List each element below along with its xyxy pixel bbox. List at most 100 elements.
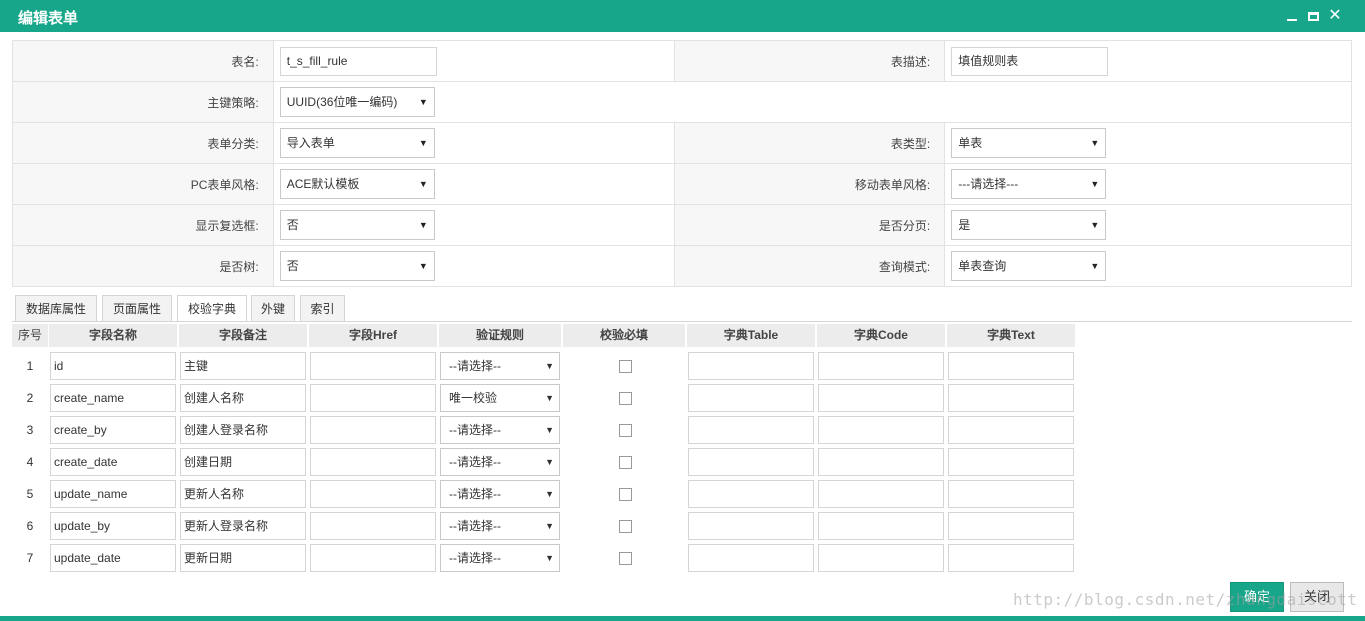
required-checkbox[interactable] [619, 424, 632, 437]
dropdown-arrow-icon: ▼ [545, 553, 554, 563]
dict-code-input[interactable] [818, 416, 944, 444]
dict-text-input[interactable] [948, 512, 1074, 540]
validation-rule-value: --请选择-- [449, 423, 501, 437]
dict-code-input[interactable] [818, 384, 944, 412]
paging-label: 是否分页: [673, 204, 946, 246]
tree-select[interactable]: 否 ▼ [279, 251, 435, 281]
table-type-select[interactable]: 单表 ▼ [951, 128, 1107, 158]
field-name-input[interactable]: id [50, 352, 176, 380]
field-remark-input[interactable]: 创建人名称 [180, 384, 306, 412]
tab-foreign-keys[interactable]: 外键 [251, 295, 295, 322]
field-remark-input[interactable]: 创建人登录名称 [180, 416, 306, 444]
dropdown-arrow-icon: ▼ [545, 489, 554, 499]
dropdown-arrow-icon: ▼ [545, 425, 554, 435]
dropdown-arrow-icon: ▼ [545, 457, 554, 467]
required-checkbox[interactable] [619, 520, 632, 533]
dict-table-input[interactable] [688, 416, 814, 444]
show-checkbox-select[interactable]: 否 ▼ [279, 210, 435, 240]
form-table: 表名: t_s_fill_rule 表描述: 填值规则表 主键策略: UUID(… [12, 40, 1353, 287]
dict-text-input[interactable] [948, 480, 1074, 508]
field-remark-input[interactable]: 创建日期 [180, 448, 306, 476]
show-checkbox-label: 显示复选框: [12, 204, 274, 246]
col-header-validation-rule: 验证规则 [439, 324, 561, 347]
field-grid: 序号 字段名称 字段备注 字段Href 验证规则 校验必填 字典Table 字典… [12, 324, 1352, 576]
required-checkbox[interactable] [619, 488, 632, 501]
dict-text-input[interactable] [948, 384, 1074, 412]
maximize-icon[interactable] [1305, 8, 1321, 24]
dict-code-input[interactable] [818, 480, 944, 508]
dict-text-input[interactable] [948, 352, 1074, 380]
validation-rule-select[interactable]: --请选择-- ▼ [440, 448, 560, 476]
field-remark-input[interactable]: 更新人登录名称 [180, 512, 306, 540]
tab-indexes[interactable]: 索引 [300, 295, 345, 322]
field-name-input[interactable]: update_name [50, 480, 176, 508]
paging-select[interactable]: 是 ▼ [951, 210, 1107, 240]
field-href-input[interactable] [310, 544, 436, 572]
required-checkbox[interactable] [619, 456, 632, 469]
table-name-label: 表名: [12, 40, 274, 82]
dict-table-input[interactable] [688, 448, 814, 476]
field-name-input[interactable]: create_date [50, 448, 176, 476]
pc-style-label: PC表单风格: [12, 163, 274, 205]
dict-code-input[interactable] [818, 448, 944, 476]
field-href-input[interactable] [310, 480, 436, 508]
category-select[interactable]: 导入表单 ▼ [279, 128, 435, 158]
dropdown-arrow-icon: ▼ [545, 361, 554, 371]
row-number: 5 [26, 487, 34, 501]
dict-table-input[interactable] [688, 544, 814, 572]
row-number: 6 [26, 519, 34, 533]
required-checkbox[interactable] [619, 552, 632, 565]
dict-text-input[interactable] [948, 448, 1074, 476]
dict-code-input[interactable] [818, 512, 944, 540]
dict-text-input[interactable] [948, 544, 1074, 572]
required-checkbox[interactable] [619, 360, 632, 373]
tab-page-properties[interactable]: 页面属性 [102, 295, 172, 322]
query-mode-select[interactable]: 单表查询 ▼ [951, 251, 1107, 281]
dropdown-arrow-icon: ▼ [1090, 138, 1100, 148]
dict-table-input[interactable] [688, 384, 814, 412]
validation-rule-select[interactable]: --请选择-- ▼ [440, 544, 560, 572]
field-name-input[interactable]: update_date [50, 544, 176, 572]
field-href-input[interactable] [310, 448, 436, 476]
dict-code-input[interactable] [818, 352, 944, 380]
validation-rule-select[interactable]: --请选择-- ▼ [440, 512, 560, 540]
table-desc-input[interactable]: 填值规则表 [951, 46, 1109, 76]
field-name-input[interactable]: update_by [50, 512, 176, 540]
validation-rule-select[interactable]: 唯一校验 ▼ [440, 384, 560, 412]
row-number: 3 [26, 423, 34, 437]
close-icon[interactable]: ✕ [1327, 8, 1343, 24]
pk-strategy-select[interactable]: UUID(36位唯一编码) ▼ [279, 87, 435, 117]
field-href-input[interactable] [310, 512, 436, 540]
col-header-dict-text: 字典Text [947, 324, 1075, 347]
mobile-style-select[interactable]: ---请选择--- ▼ [951, 169, 1107, 199]
field-href-input[interactable] [310, 384, 436, 412]
tab-validation-dictionary[interactable]: 校验字典 [177, 295, 247, 322]
field-name-input[interactable]: create_by [50, 416, 176, 444]
validation-rule-select[interactable]: --请选择-- ▼ [440, 480, 560, 508]
dict-table-input[interactable] [688, 480, 814, 508]
field-remark-input[interactable]: 主键 [180, 352, 306, 380]
field-remark-input[interactable]: 更新人名称 [180, 480, 306, 508]
field-href-input[interactable] [310, 352, 436, 380]
dict-code-input[interactable] [818, 544, 944, 572]
dict-table-input[interactable] [688, 352, 814, 380]
validation-rule-select[interactable]: --请选择-- ▼ [440, 416, 560, 444]
pc-style-value: ACE默认模板 [286, 177, 360, 191]
dropdown-arrow-icon: ▼ [545, 521, 554, 531]
tab-database-properties[interactable]: 数据库属性 [15, 295, 97, 322]
field-name-input[interactable]: create_name [50, 384, 176, 412]
col-header-field-name: 字段名称 [49, 324, 177, 347]
table-name-input[interactable]: t_s_fill_rule [279, 46, 437, 76]
field-remark-input[interactable]: 更新日期 [180, 544, 306, 572]
query-mode-value: 单表查询 [958, 259, 1007, 273]
dict-table-input[interactable] [688, 512, 814, 540]
field-href-input[interactable] [310, 416, 436, 444]
required-checkbox[interactable] [619, 392, 632, 405]
validation-rule-select[interactable]: --请选择-- ▼ [440, 352, 560, 380]
watermark: http://blog.csdn.net/zhangdaiscott [1013, 590, 1358, 609]
minimize-icon[interactable] [1284, 8, 1300, 24]
mobile-style-label: 移动表单风格: [673, 163, 946, 205]
table-type-value: 单表 [958, 136, 983, 150]
pc-style-select[interactable]: ACE默认模板 ▼ [279, 169, 435, 199]
dict-text-input[interactable] [948, 416, 1074, 444]
